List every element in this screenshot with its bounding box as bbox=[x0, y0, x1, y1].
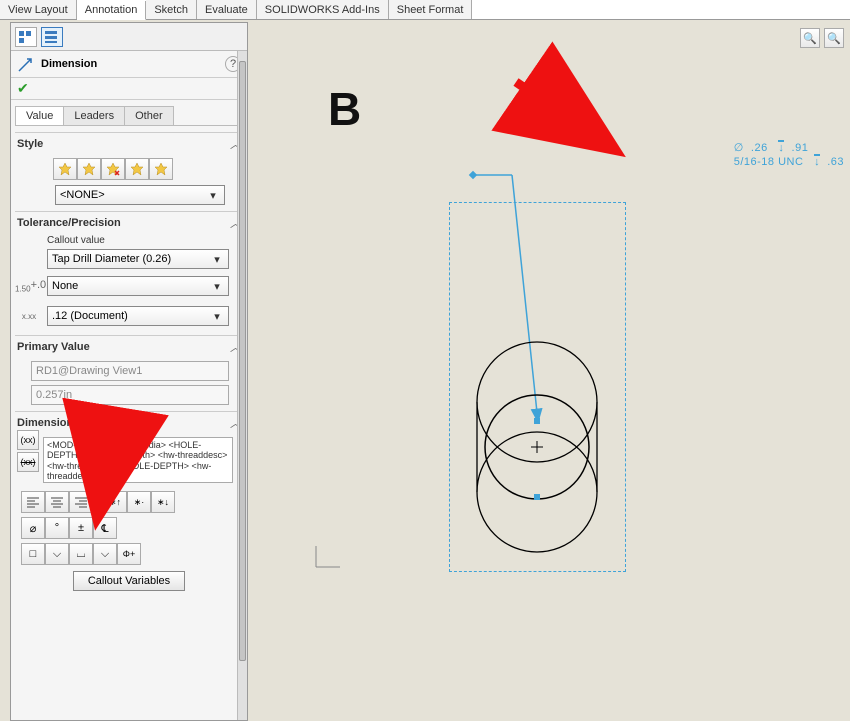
dimension-icon bbox=[17, 55, 35, 73]
star-save-icon bbox=[130, 162, 144, 176]
drawing-canvas[interactable]: 🔍 🔍 B ∅ .26 ↓ .91 5/16-18 UNC ↓ .63 bbox=[256, 22, 850, 721]
panel-title: Dimension bbox=[41, 58, 219, 70]
counterbore-icon: ⌴ bbox=[77, 548, 86, 561]
drawing-view-b[interactable] bbox=[449, 202, 626, 572]
style-apply-default-button[interactable] bbox=[53, 158, 77, 180]
dimension-text-editor[interactable]: <MOD-DIAM> <hw-tapdrldia> <HOLE-DEPTH> <… bbox=[43, 437, 233, 483]
panel-tab-feature-tree[interactable] bbox=[15, 27, 37, 47]
tolerance-type-text: None bbox=[52, 280, 78, 292]
text-middle-icon: ∗· bbox=[134, 497, 145, 508]
section-style: Style ︿ <NONE> ▾ bbox=[15, 132, 243, 205]
tab-solidworks-addins[interactable]: SOLIDWORKS Add-Ins bbox=[257, 0, 389, 19]
panel-scrollbar[interactable] bbox=[237, 51, 247, 720]
chevron-down-icon: ▾ bbox=[210, 310, 224, 323]
star-x-icon bbox=[106, 162, 120, 176]
tab-sheet-format[interactable]: Sheet Format bbox=[389, 0, 473, 19]
section-primary-value: Primary Value ︿ bbox=[15, 335, 243, 405]
tab-sketch[interactable]: Sketch bbox=[146, 0, 197, 19]
callout-value-text: Tap Drill Diameter (0.26) bbox=[52, 253, 171, 265]
text-below-button[interactable]: ∗↓ bbox=[151, 491, 175, 513]
style-name-combo[interactable]: <NONE> ▾ bbox=[55, 185, 225, 205]
style-delete-button[interactable] bbox=[101, 158, 125, 180]
property-manager-panel: Dimension ? ✔ Value Leaders Other Style … bbox=[10, 22, 248, 721]
primary-name-input[interactable] bbox=[31, 361, 229, 381]
scrollbar-thumb[interactable] bbox=[239, 61, 246, 661]
panel-header: Dimension ? bbox=[11, 51, 247, 78]
section-dimension-text-label: Dimension Text bbox=[17, 417, 98, 429]
annotation-arrow-1 bbox=[506, 72, 626, 162]
tolerance-type-combo[interactable]: None ▾ bbox=[47, 276, 229, 296]
style-name-value: <NONE> bbox=[60, 189, 105, 201]
more-symbols-icon: Φ+ bbox=[123, 549, 135, 559]
callout-variables-button[interactable]: Callout Variables bbox=[73, 571, 185, 591]
paren-icon: (xx) bbox=[21, 435, 36, 445]
symbol-square-button[interactable]: □ bbox=[21, 543, 45, 565]
align-left-icon bbox=[27, 497, 39, 507]
star-icon bbox=[58, 162, 72, 176]
style-add-button[interactable] bbox=[77, 158, 101, 180]
tab-view-layout[interactable]: View Layout bbox=[0, 0, 77, 19]
justify-left-button[interactable] bbox=[21, 491, 45, 513]
symbol-depth-button[interactable]: ⌵ bbox=[45, 543, 69, 565]
tolerance-type-icon: 1.50+.01 bbox=[15, 279, 43, 294]
countersink-icon: ⌵ bbox=[101, 548, 109, 561]
property-subtabs: Value Leaders Other bbox=[15, 106, 243, 126]
insert-after-button[interactable]: (xx) bbox=[17, 452, 39, 472]
callout-value-label: Callout value bbox=[15, 235, 243, 246]
symbol-more-button[interactable]: Φ+ bbox=[117, 543, 141, 565]
section-primary-label: Primary Value bbox=[17, 341, 90, 353]
node-handle[interactable] bbox=[534, 494, 540, 500]
text-middle-button[interactable]: ∗· bbox=[127, 491, 151, 513]
symbol-counterbore-button[interactable]: ⌴ bbox=[69, 543, 93, 565]
ribbon-tabs: View Layout Annotation Sketch Evaluate S… bbox=[0, 0, 850, 20]
star-plus-icon bbox=[82, 162, 96, 176]
section-tolerance: Tolerance/Precision ︿ Callout value Tap … bbox=[15, 211, 243, 329]
chevron-down-icon: ▾ bbox=[206, 189, 220, 202]
panel-confirm-row: ✔ bbox=[11, 78, 247, 100]
square-icon: □ bbox=[30, 548, 37, 560]
annotation-arrow-2 bbox=[80, 435, 130, 525]
precision-combo[interactable]: .12 (Document) ▾ bbox=[47, 306, 229, 326]
tab-annotation[interactable]: Annotation bbox=[77, 1, 147, 20]
star-load-icon bbox=[154, 162, 168, 176]
callout-value-combo[interactable]: Tap Drill Diameter (0.26) ▾ bbox=[47, 249, 229, 269]
tree-icon bbox=[19, 31, 33, 43]
diameter-icon: ⌀ bbox=[30, 522, 37, 535]
property-icon bbox=[45, 31, 59, 43]
insert-before-button[interactable]: (xx) bbox=[17, 430, 39, 450]
text-below-icon: ∗↓ bbox=[157, 497, 169, 508]
style-save-button[interactable] bbox=[125, 158, 149, 180]
justify-center-button[interactable] bbox=[45, 491, 69, 513]
section-style-label: Style bbox=[17, 138, 43, 150]
tab-evaluate[interactable]: Evaluate bbox=[197, 0, 257, 19]
view-origin-icon bbox=[316, 552, 346, 582]
chevron-down-icon: ▾ bbox=[210, 253, 224, 266]
primary-value-input[interactable] bbox=[31, 385, 229, 405]
style-load-button[interactable] bbox=[149, 158, 173, 180]
subtab-value[interactable]: Value bbox=[15, 106, 64, 125]
subtab-leaders[interactable]: Leaders bbox=[63, 106, 125, 125]
panel-tab-property-manager[interactable] bbox=[41, 27, 63, 47]
symbol-diameter-button[interactable]: ⌀ bbox=[21, 517, 45, 539]
chevron-down-icon: ▾ bbox=[210, 280, 224, 293]
precision-text: .12 (Document) bbox=[52, 310, 128, 322]
symbol-degree-button[interactable]: ° bbox=[45, 517, 69, 539]
panel-top-tabs bbox=[11, 23, 247, 51]
node-handle[interactable] bbox=[534, 418, 540, 424]
symbol-countersink-button[interactable]: ⌵ bbox=[93, 543, 117, 565]
ribbon-spacer bbox=[472, 0, 850, 19]
depth-icon: ⌵ bbox=[53, 548, 61, 561]
align-center-icon bbox=[51, 497, 63, 507]
degree-icon: ° bbox=[55, 522, 59, 534]
ok-check-icon[interactable]: ✔ bbox=[17, 80, 29, 96]
section-tolerance-label: Tolerance/Precision bbox=[17, 217, 121, 229]
precision-icon: x.xx bbox=[15, 312, 43, 321]
subtab-other[interactable]: Other bbox=[124, 106, 174, 125]
paren-strike-icon: (xx) bbox=[21, 457, 36, 467]
